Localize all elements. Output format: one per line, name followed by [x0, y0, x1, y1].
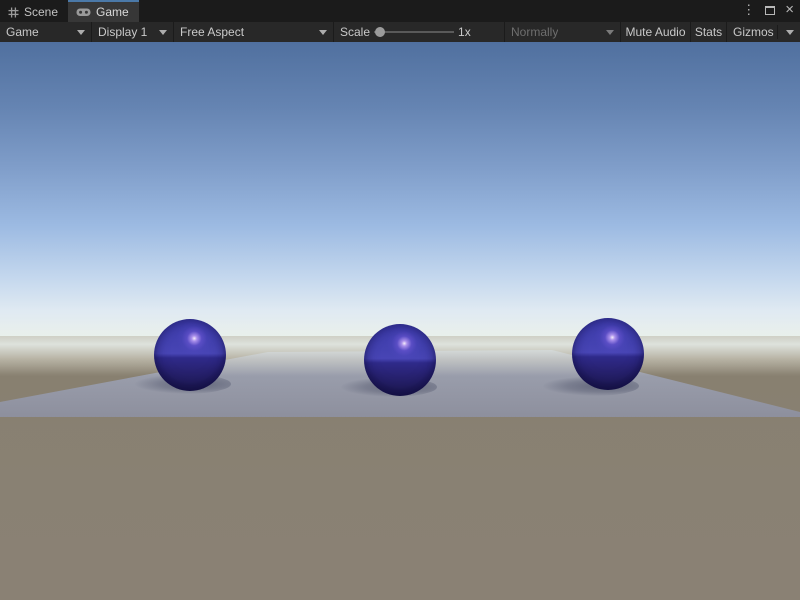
tab-bar: Scene Game ⋮ ×: [0, 0, 800, 22]
stats-label: Stats: [695, 25, 722, 39]
game-viewport[interactable]: [0, 42, 800, 600]
game-mode-label: Game: [6, 25, 39, 39]
maximize-icon[interactable]: [765, 6, 775, 15]
gizmos-label: Gizmos: [733, 25, 774, 39]
play-focus-dropdown[interactable]: Normally: [505, 22, 621, 42]
tab-scene-label: Scene: [24, 5, 58, 19]
window-controls: ⋮ ×: [742, 0, 794, 20]
chevron-down-icon: [606, 30, 614, 35]
display-label: Display 1: [98, 25, 147, 39]
game-mode-dropdown[interactable]: Game: [0, 22, 92, 42]
slider-track: [374, 31, 454, 33]
scale-control: Scale 1x: [334, 22, 505, 42]
blue-sphere: [364, 324, 436, 396]
game-view-toolbar: Game Display 1 Free Aspect Scale 1x Norm…: [0, 22, 800, 42]
scale-label: Scale: [340, 25, 370, 39]
unity-game-view-window: Scene Game ⋮ × Game Display 1: [0, 0, 800, 600]
tab-game-label: Game: [96, 5, 129, 19]
scale-value: 1x: [458, 25, 471, 39]
aspect-ratio-label: Free Aspect: [180, 25, 244, 39]
chevron-down-icon: [77, 30, 85, 35]
stats-button[interactable]: Stats: [691, 22, 727, 42]
grid-icon: [8, 7, 19, 18]
tab-game[interactable]: Game: [68, 0, 139, 22]
tab-scene[interactable]: Scene: [0, 0, 68, 22]
chevron-down-icon: [159, 30, 167, 35]
display-dropdown[interactable]: Display 1: [92, 22, 174, 42]
blue-sphere: [572, 318, 644, 390]
blue-sphere: [154, 319, 226, 391]
aspect-ratio-dropdown[interactable]: Free Aspect: [174, 22, 334, 42]
skybox-gradient: [0, 42, 800, 338]
chevron-down-icon: [786, 30, 794, 35]
mute-audio-label: Mute Audio: [625, 25, 685, 39]
gizmos-dropdown[interactable]: Gizmos: [727, 22, 800, 42]
close-icon[interactable]: ×: [785, 0, 794, 20]
kebab-menu-icon[interactable]: ⋮: [742, 0, 755, 20]
mute-audio-button[interactable]: Mute Audio: [621, 22, 691, 42]
scale-slider[interactable]: [374, 22, 454, 42]
chevron-down-icon: [319, 30, 327, 35]
slider-knob[interactable]: [375, 27, 385, 37]
divider: [777, 25, 778, 39]
play-focus-label: Normally: [511, 25, 558, 39]
gamepad-icon: [76, 7, 91, 17]
